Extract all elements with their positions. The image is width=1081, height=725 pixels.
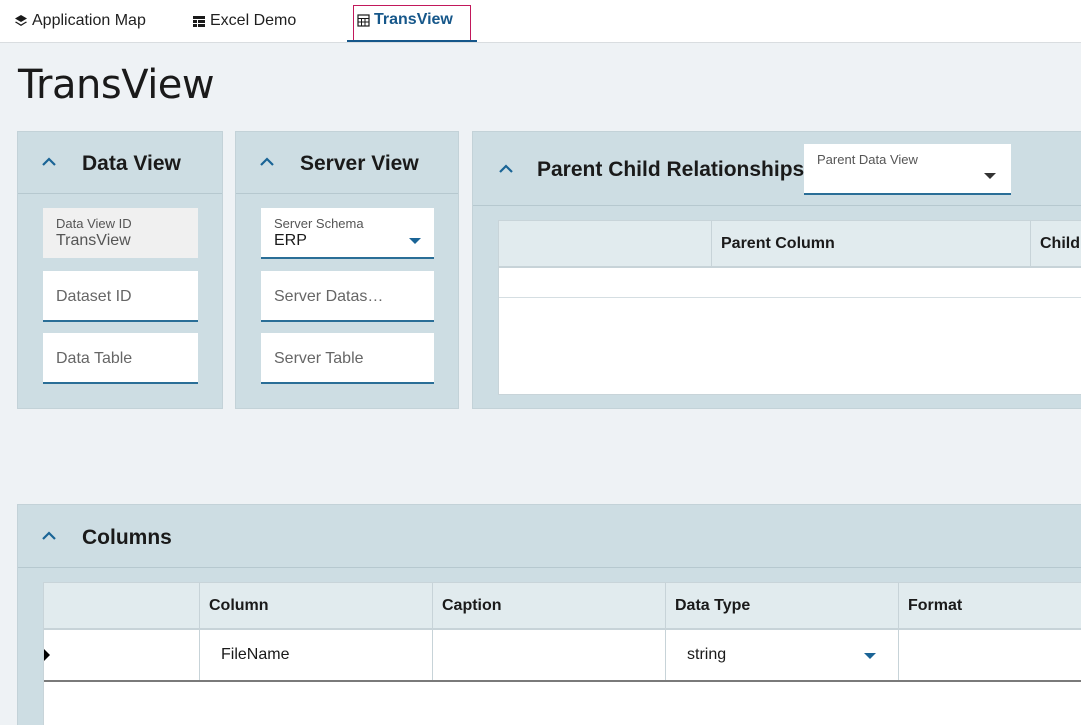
table-layout-icon	[192, 14, 206, 28]
column-header-format[interactable]: Format	[898, 583, 1081, 628]
cell-value: string	[687, 646, 727, 663]
tab-excel-demo[interactable]: Excel Demo	[192, 0, 296, 42]
grid-header: Parent Column Child	[499, 221, 1081, 268]
dropdown-arrow-icon[interactable]	[409, 238, 421, 244]
field-placeholder: Data Table	[56, 350, 133, 367]
grid-header: Column Caption Data Type Format	[44, 583, 1081, 630]
field-value: ERP	[274, 232, 307, 249]
page-title: TransView	[18, 62, 215, 108]
column-header[interactable]	[44, 583, 199, 628]
tab-application-map[interactable]: Application Map	[14, 0, 146, 42]
tab-transview[interactable]: TransView	[347, 0, 477, 42]
column-header-column[interactable]: Column	[199, 583, 432, 628]
panel-title: Server View	[300, 152, 419, 175]
data-table-field[interactable]: Data Table	[43, 333, 198, 384]
server-schema-select[interactable]: Server Schema ERP	[261, 208, 434, 259]
chevron-up-icon[interactable]	[40, 528, 58, 544]
server-view-panel: Server View Server Schema ERP Server Dat…	[235, 131, 459, 409]
panel-title: Columns	[82, 526, 172, 549]
tab-label: Application Map	[32, 12, 146, 29]
field-label: Data View ID	[56, 216, 132, 231]
server-dataset-field[interactable]: Server Datas…	[261, 271, 434, 322]
field-value: TransView	[56, 232, 131, 249]
column-header-caption[interactable]: Caption	[432, 583, 665, 628]
column-header-child[interactable]: Child	[1030, 221, 1081, 266]
field-placeholder: Dataset ID	[56, 288, 132, 305]
dataset-id-field[interactable]: Dataset ID	[43, 271, 198, 322]
parent-child-panel: Parent Child Relationships Parent Data V…	[472, 131, 1081, 409]
tab-strip: Application Map Excel Demo TransView	[0, 0, 1081, 43]
row-indicator-icon	[44, 649, 50, 661]
dropdown-arrow-icon[interactable]	[984, 173, 996, 179]
active-tab-indicator	[347, 40, 477, 42]
server-table-field[interactable]: Server Table	[261, 333, 434, 384]
tab-label: TransView	[374, 11, 453, 28]
chevron-up-icon[interactable]	[40, 154, 58, 170]
chevron-up-icon[interactable]	[497, 161, 515, 177]
column-header-parent-column[interactable]: Parent Column	[711, 221, 1030, 266]
columns-panel: Columns Column Caption Data Type Format …	[17, 504, 1081, 725]
data-view-panel: Data View Data View ID TransView Dataset…	[17, 131, 223, 409]
column-header-data-type[interactable]: Data Type	[665, 583, 898, 628]
parent-data-view-select[interactable]: Parent Data View	[804, 144, 1011, 195]
grid-icon	[356, 13, 370, 27]
panel-title: Data View	[82, 152, 181, 175]
field-placeholder: Server Datas…	[274, 288, 384, 305]
tab-label: Excel Demo	[210, 12, 297, 29]
panel-header: Data View	[18, 132, 222, 194]
chevron-up-icon[interactable]	[258, 154, 276, 170]
panel-header: Columns	[18, 505, 1081, 568]
field-label: Parent Data View	[817, 152, 918, 167]
field-label: Server Schema	[274, 216, 364, 231]
columns-grid: Column Caption Data Type Format FileName…	[43, 582, 1081, 725]
column-header[interactable]	[499, 221, 711, 266]
dropdown-arrow-icon[interactable]	[864, 653, 876, 659]
empty-row[interactable]	[499, 268, 1081, 298]
panel-header: Server View	[236, 132, 458, 194]
field-placeholder: Server Table	[274, 350, 364, 367]
layers-icon	[14, 14, 28, 28]
relationships-grid: Parent Column Child	[498, 220, 1081, 395]
cell-column[interactable]: FileName	[199, 630, 432, 680]
cell-caption[interactable]	[432, 630, 665, 680]
panel-title: Parent Child Relationships	[537, 158, 805, 181]
table-row[interactable]: FileName string	[44, 630, 1081, 682]
data-view-id-field: Data View ID TransView	[43, 208, 198, 258]
panel-header: Parent Child Relationships Parent Data V…	[473, 132, 1081, 206]
cell-format[interactable]	[898, 630, 1081, 680]
cell-data-type-select[interactable]: string	[665, 630, 898, 680]
